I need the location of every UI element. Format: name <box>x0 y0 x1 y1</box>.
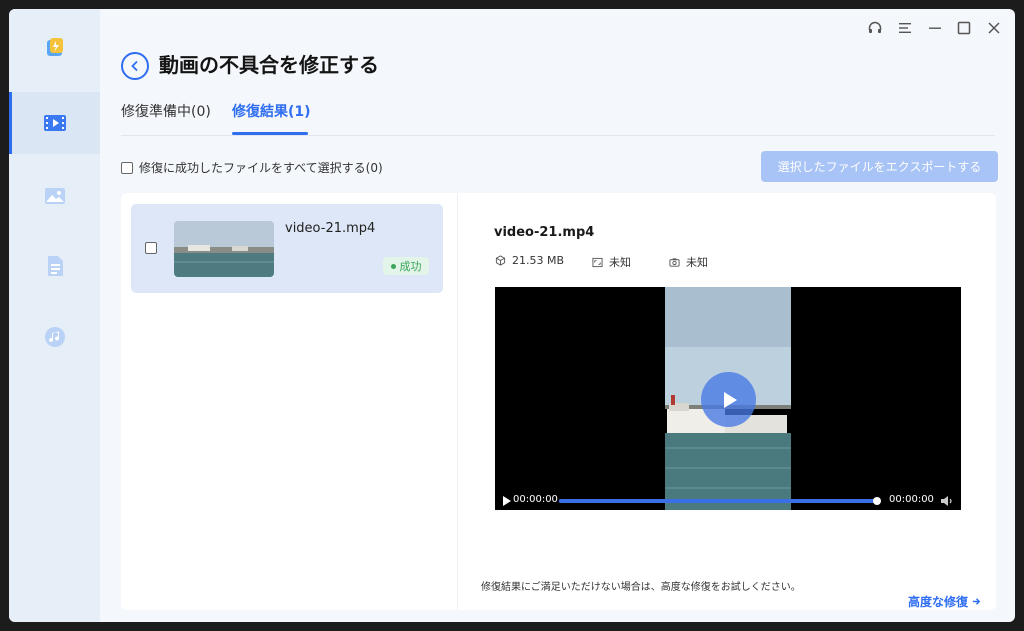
checkbox-box[interactable] <box>121 161 133 174</box>
maximize-icon <box>957 21 971 35</box>
select-all-checkbox[interactable]: 修復に成功したファイルをすべて選択する(0) <box>121 159 383 176</box>
back-button[interactable] <box>121 52 149 80</box>
repair-hint-text: 修復結果にご満足いただけない場合は、高度な修復をお試しください。 <box>481 582 801 593</box>
progress-bar[interactable] <box>559 497 881 505</box>
cube-icon <box>495 255 506 266</box>
file-size: 21.53 MB <box>512 254 565 267</box>
maximize-button[interactable] <box>953 17 975 39</box>
camera-value: 未知 <box>686 256 708 269</box>
menu-button[interactable] <box>894 17 916 39</box>
select-all-label: 修復に成功したファイルをすべて選択する(0) <box>139 161 383 175</box>
minimize-button[interactable] <box>924 17 946 39</box>
photo-icon <box>44 188 65 204</box>
app-logo-icon <box>9 17 100 79</box>
close-button[interactable] <box>983 17 1005 39</box>
resolution-icon <box>592 257 603 267</box>
status-dot-icon <box>390 263 396 269</box>
chevron-left-icon <box>131 60 138 72</box>
sidebar-item-document[interactable] <box>9 235 100 297</box>
headset-icon <box>868 21 882 33</box>
meta-resolution: 未知 <box>592 254 631 270</box>
file-name: video-21.mp4 <box>285 221 376 236</box>
resolution-value: 未知 <box>609 256 631 269</box>
support-button[interactable] <box>864 17 886 39</box>
sidebar-item-photo[interactable] <box>9 165 100 227</box>
meta-camera: 未知 <box>669 254 708 270</box>
play-button[interactable] <box>701 372 756 427</box>
advanced-repair-link[interactable]: 高度な修復 <box>908 593 981 610</box>
progress-knob[interactable] <box>873 497 881 505</box>
video-player[interactable]: 00:00:00 00:00:00 <box>495 287 961 510</box>
sidebar-item-audio[interactable] <box>9 306 100 368</box>
app-window: 動画の不具合を修正する 修復準備中(0) 修復結果(1) 修復に成功したファイル… <box>9 9 1015 622</box>
control-play-icon[interactable] <box>502 495 512 507</box>
page-title: 動画の不具合を修正する <box>159 53 379 77</box>
menu-icon <box>899 23 911 33</box>
list-item[interactable]: video-21.mp4 成功 <box>131 204 443 293</box>
document-icon <box>47 256 63 276</box>
status-label: 成功 <box>399 260 422 273</box>
tab-pending[interactable]: 修復準備中(0) <box>121 102 211 122</box>
video-icon <box>43 115 66 131</box>
total-time: 00:00:00 <box>889 494 934 505</box>
audio-icon <box>44 327 65 347</box>
file-checkbox[interactable] <box>145 242 157 254</box>
camera-icon <box>669 257 680 267</box>
minimize-icon <box>929 27 941 29</box>
sidebar-item-video[interactable] <box>9 92 100 154</box>
video-thumbnail <box>174 221 274 277</box>
arrow-right-icon <box>972 598 981 605</box>
volume-icon[interactable] <box>940 495 954 507</box>
current-time: 00:00:00 <box>513 494 558 505</box>
advanced-repair-label: 高度な修復 <box>908 595 969 609</box>
close-icon <box>988 22 1000 34</box>
play-icon <box>723 391 737 408</box>
results-panel: video-21.mp4 成功 video-21.mp4 21.53 MB 未知 <box>121 193 996 610</box>
panel-divider <box>457 193 458 610</box>
tab-results[interactable]: 修復結果(1) <box>232 102 311 122</box>
preview-title: video-21.mp4 <box>494 225 595 240</box>
status-badge: 成功 <box>383 257 429 275</box>
meta-size: 21.53 MB <box>495 254 564 267</box>
export-button[interactable]: 選択したファイルをエクスポートする <box>761 151 998 182</box>
progress-fill <box>559 499 877 503</box>
tabs-divider <box>121 135 995 136</box>
sidebar <box>9 9 100 622</box>
